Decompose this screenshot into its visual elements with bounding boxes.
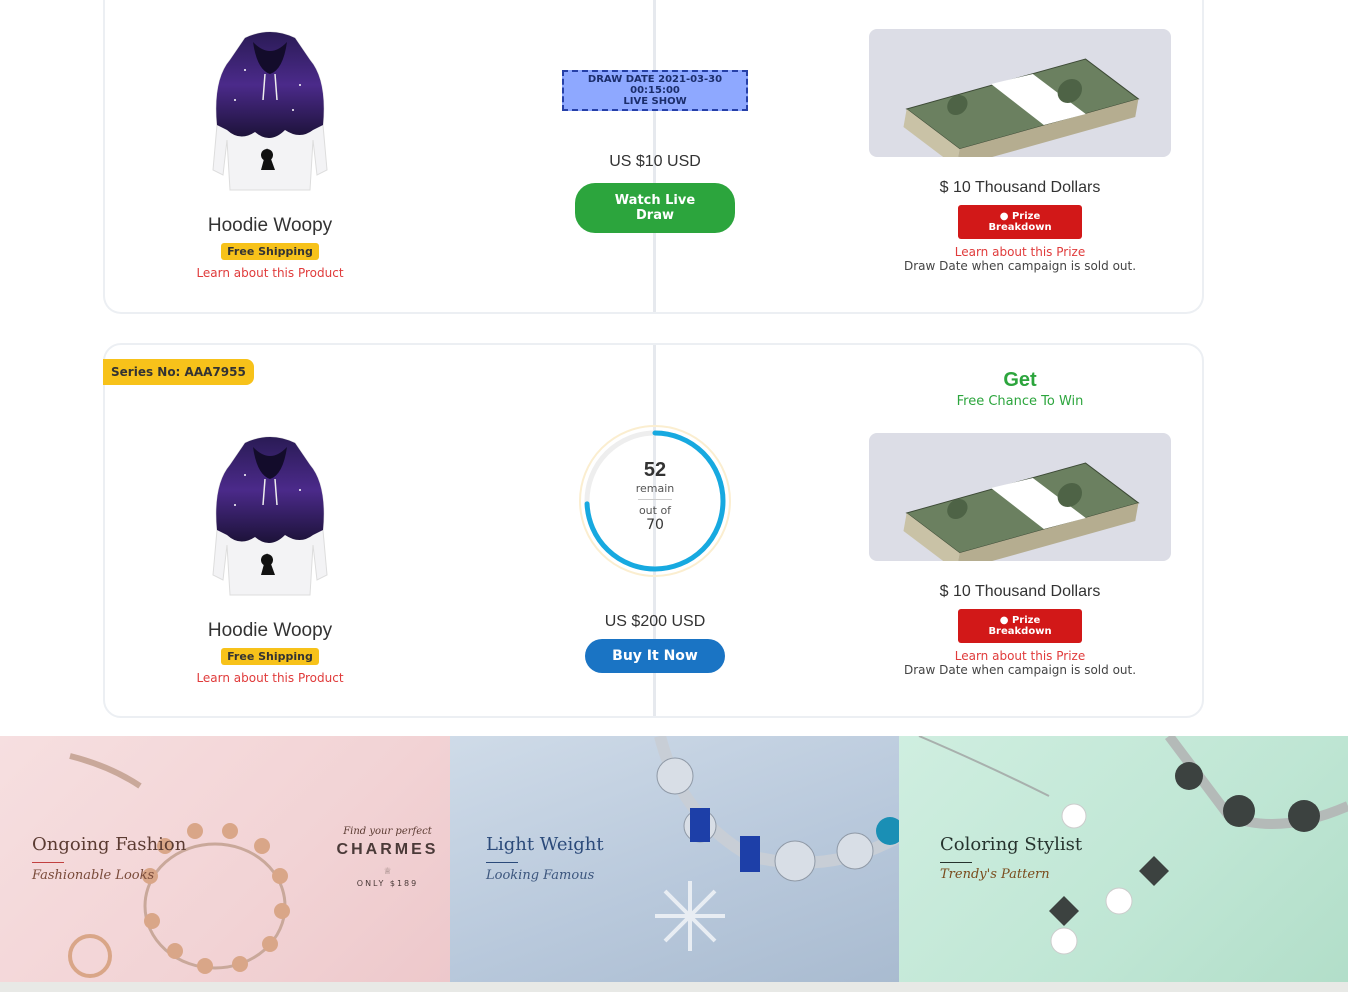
banner-fashion[interactable]: Ongoing Fashion Fashionable Looks Find y… (0, 736, 450, 982)
product-column: Hoodie Woopy Free Shipping Learn about t… (105, 435, 435, 685)
remaining-counter: 52 remain out of 70 (577, 423, 733, 579)
live-show-text: LIVE SHOW (623, 96, 687, 107)
listing-card-top: Hoodie Woopy Free Shipping Learn about t… (103, 0, 1204, 314)
banner-rule (940, 862, 972, 863)
get-title: Get (1003, 369, 1037, 391)
free-shipping-badge: Free Shipping (221, 243, 319, 260)
listing-card-bottom: Series No: AAA7955 Hoodie Woopy Free Shi… (103, 343, 1204, 718)
out-of-label: out of (638, 504, 672, 517)
remain-label: remain (635, 482, 675, 495)
banner-title: Coloring Stylist (940, 834, 1083, 855)
remain-number: 52 (643, 459, 667, 481)
page: Hoodie Woopy Free Shipping Learn about t… (0, 0, 1348, 992)
draw-note: Draw Date when campaign is sold out. (903, 663, 1137, 677)
banner-rule (486, 862, 518, 863)
prize-breakdown-label: Prize Breakdown (988, 211, 1052, 233)
learn-prize-link[interactable]: Learn about this Prize (867, 245, 1173, 259)
draw-date-box: DRAW DATE 2021-03-30 00:15:00 LIVE SHOW (562, 70, 748, 111)
learn-prize-link[interactable]: Learn about this Prize (867, 649, 1173, 663)
prize-column: Get Free Chance To Win $ 10 Thousand Dol… (867, 369, 1173, 677)
prize-breakdown-label: Prize Breakdown (988, 615, 1052, 637)
counter-text: 52 remain out of 70 (577, 423, 733, 533)
hoodie-image[interactable] (205, 435, 335, 600)
prize-breakdown-button[interactable]: ● Prize Breakdown (958, 609, 1082, 643)
learn-product-link[interactable]: Learn about this Product (105, 266, 435, 280)
banner-title: Ongoing Fashion (32, 834, 187, 855)
ticket-price: US $10 USD (609, 153, 701, 170)
banner-subtitle: Trendy's Pattern (940, 867, 1050, 882)
banner-rule (32, 862, 64, 863)
watch-live-draw-button[interactable]: Watch Live Draw (575, 183, 735, 233)
draw-note: Draw Date when campaign is sold out. (903, 259, 1137, 273)
prize-breakdown-button[interactable]: ● Prize Breakdown (958, 205, 1082, 239)
charm-bracelet-image (654, 736, 900, 951)
prize-title: $ 10 Thousand Dollars (939, 583, 1101, 600)
counter-column: 52 remain out of 70 US $200 USD Buy It N… (505, 423, 805, 673)
learn-product-link[interactable]: Learn about this Product (105, 671, 435, 685)
money-stack-image[interactable] (869, 29, 1171, 157)
banner-title: Light Weight (486, 834, 604, 855)
charmes-promo: Find your perfect CHARMES ♕ ONLY $189 (330, 826, 445, 888)
money-bag-icon: ● (999, 615, 1009, 626)
draw-column: DRAW DATE 2021-03-30 00:15:00 LIVE SHOW … (505, 70, 805, 233)
prize-column: $ 10 Thousand Dollars ● Prize Breakdown … (867, 29, 1173, 273)
prize-title: $ 10 Thousand Dollars (939, 179, 1101, 196)
footer-strip (0, 982, 1348, 992)
free-shipping-badge: Free Shipping (221, 648, 319, 665)
money-stack-image[interactable] (869, 433, 1171, 561)
hoodie-image[interactable] (205, 30, 335, 195)
banner-lightweight[interactable]: Light Weight Looking Famous (450, 736, 900, 982)
banner-coloring[interactable]: Coloring Stylist Trendy's Pattern (899, 736, 1348, 982)
promo-small-text: Find your perfect (343, 826, 432, 837)
product-column: Hoodie Woopy Free Shipping Learn about t… (105, 30, 435, 280)
promo-price: ONLY $189 (356, 879, 419, 888)
promo-brand: CHARMES (336, 841, 439, 858)
get-subtitle: Free Chance To Win (956, 394, 1084, 409)
draw-date-text: DRAW DATE 2021-03-30 00:15:00 (587, 74, 723, 96)
product-name[interactable]: Hoodie Woopy (105, 215, 435, 237)
banner-subtitle: Fashionable Looks (32, 868, 155, 883)
total-number: 70 (646, 517, 664, 533)
crown-icon: ♕ (383, 867, 392, 877)
buy-it-now-button[interactable]: Buy It Now (585, 639, 725, 673)
product-name[interactable]: Hoodie Woopy (105, 620, 435, 642)
series-badge: Series No: AAA7955 (103, 359, 254, 385)
necklace-image (918, 736, 1348, 955)
banner-subtitle: Looking Famous (486, 868, 595, 883)
ticket-price: US $200 USD (604, 613, 706, 630)
money-bag-icon: ● (999, 211, 1009, 222)
